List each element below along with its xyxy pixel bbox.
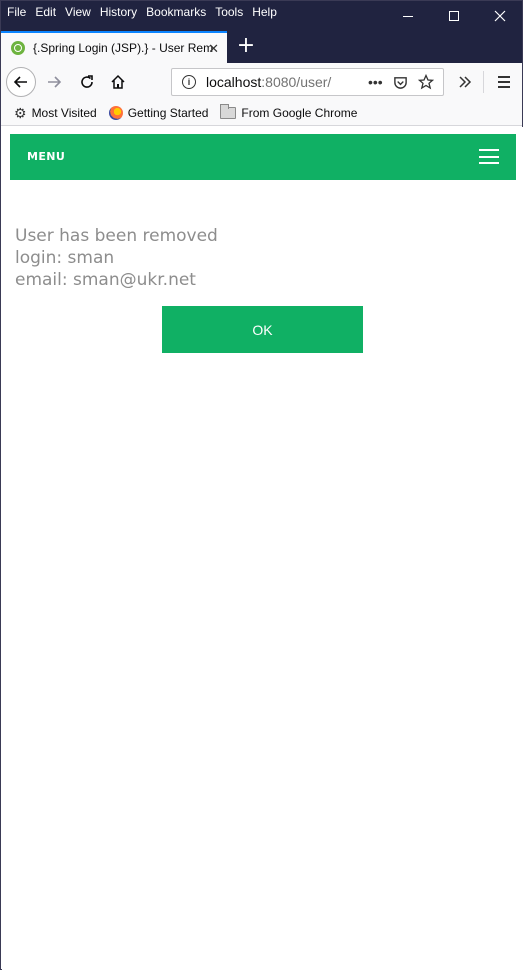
ok-button[interactable]: OK (162, 306, 363, 353)
maximize-icon (449, 11, 459, 21)
menu-label[interactable]: MENU (27, 150, 65, 163)
tab-strip: {.Spring Login (JSP).} - User Rem ✕ + (1, 31, 522, 63)
hamburger-icon (479, 149, 499, 151)
pocket-icon[interactable] (393, 75, 408, 90)
chevron-double-right-icon (459, 76, 472, 88)
tab-active[interactable]: {.Spring Login (JSP).} - User Rem ✕ (1, 31, 227, 63)
menu-bar: File Edit View History Bookmarks Tools H… (7, 5, 277, 19)
tab-title: {.Spring Login (JSP).} - User Rem (33, 41, 214, 55)
url-bar[interactable]: i localhost:8080/user/ ••• (171, 68, 444, 96)
new-tab-button[interactable]: + (233, 33, 259, 59)
gear-icon: ⚙ (14, 104, 27, 121)
message-login: login: sman (15, 248, 115, 268)
page-content: MENU User has been removed login: sman e… (2, 127, 523, 970)
bookmark-label: Most Visited (31, 106, 97, 120)
close-icon (494, 10, 506, 22)
overflow-menu-button[interactable] (452, 67, 478, 97)
bookmark-most-visited[interactable]: ⚙ Most Visited (14, 105, 97, 122)
bookmark-label: From Google Chrome (241, 106, 358, 120)
close-window-button[interactable] (477, 1, 523, 31)
bookmark-from-google-chrome[interactable]: From Google Chrome (220, 104, 358, 120)
spring-favicon-icon (11, 41, 25, 55)
menu-toggle-button[interactable] (479, 149, 499, 164)
message-email: email: sman@ukr.net (15, 270, 196, 290)
url-host: localhost (206, 74, 262, 90)
open-menu-button[interactable] (491, 67, 517, 97)
home-button[interactable] (103, 67, 133, 97)
reload-icon (81, 75, 93, 88)
removal-message: User has been removed login: sman email:… (15, 225, 218, 291)
url-text[interactable]: localhost:8080/user/ (206, 74, 358, 90)
url-path: :8080/user/ (261, 74, 332, 90)
bookmark-getting-started[interactable]: Getting Started (108, 106, 209, 120)
tab-close-icon[interactable]: ✕ (208, 41, 219, 57)
menu-file[interactable]: File (7, 5, 26, 19)
minimize-icon (403, 15, 413, 17)
navigation-toolbar: i localhost:8080/user/ ••• (1, 63, 522, 101)
reload-button[interactable] (72, 67, 102, 97)
bookmark-star-icon[interactable] (417, 74, 434, 90)
menu-help[interactable]: Help (252, 5, 277, 19)
url-actions: ••• (368, 74, 434, 90)
message-title: User has been removed (15, 226, 218, 246)
forward-arrow-icon (48, 76, 62, 88)
forward-button[interactable] (39, 67, 69, 97)
menu-edit[interactable]: Edit (35, 5, 56, 19)
title-bar: File Edit View History Bookmarks Tools H… (1, 1, 522, 31)
folder-icon (220, 104, 237, 119)
bookmarks-toolbar: ⚙ Most Visited Getting Started From Goog… (1, 101, 522, 126)
toolbar-separator (483, 71, 484, 93)
page-actions-button[interactable]: ••• (368, 74, 383, 90)
site-info-icon[interactable]: i (182, 75, 196, 89)
hamburger-icon (498, 76, 510, 78)
menu-bookmarks[interactable]: Bookmarks (146, 5, 206, 19)
home-icon (111, 74, 125, 89)
back-button[interactable] (6, 67, 36, 97)
menu-tools[interactable]: Tools (215, 5, 243, 19)
menu-history[interactable]: History (100, 5, 137, 19)
browser-window: File Edit View History Bookmarks Tools H… (0, 0, 523, 970)
back-arrow-icon (13, 76, 27, 88)
firefox-icon (108, 106, 123, 120)
bookmark-label: Getting Started (127, 106, 209, 120)
menu-view[interactable]: View (65, 5, 91, 19)
app-menu-bar: MENU (10, 134, 516, 180)
minimize-button[interactable] (385, 1, 431, 31)
maximize-button[interactable] (431, 1, 477, 31)
